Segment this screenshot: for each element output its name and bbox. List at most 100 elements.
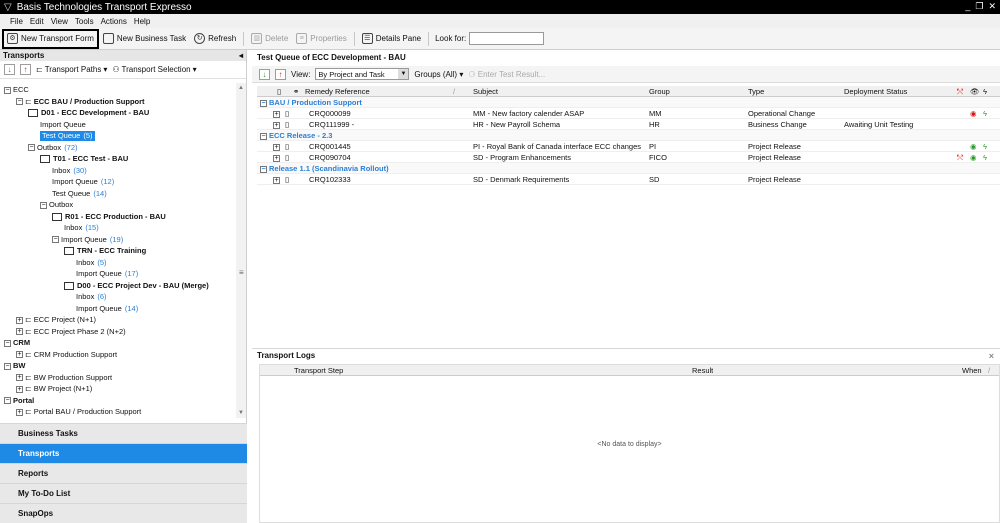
tree-node[interactable]: − Outbox <box>40 200 73 210</box>
collapse-icon[interactable]: − <box>260 166 267 173</box>
transport-selection-dropdown[interactable]: ⚇ Transport Selection ▾ <box>112 65 196 74</box>
menu-tools[interactable]: Tools <box>75 17 94 26</box>
tree-node[interactable]: Import Queue <box>40 120 86 130</box>
group-row[interactable]: − Release 1.1 (Scandinavia Rollout) <box>257 163 1000 174</box>
expand-icon[interactable]: + <box>16 374 23 381</box>
properties-button[interactable]: ≡ Properties <box>292 30 350 48</box>
expand-icon[interactable]: + <box>273 141 280 152</box>
menu-file[interactable]: File <box>10 17 23 26</box>
expand-icon[interactable]: + <box>16 408 23 416</box>
collapse-icon[interactable]: − <box>4 86 11 94</box>
expand-icon[interactable]: + <box>273 108 280 119</box>
details-pane-button[interactable]: ☰ Details Pane <box>358 30 425 48</box>
col-subject[interactable]: Subject <box>473 86 498 97</box>
group-row[interactable]: − BAU / Production Support <box>257 97 1000 108</box>
tree-node[interactable]: Inbox (5) <box>76 258 107 268</box>
tree-scrollbar[interactable]: ▲ ▼ <box>236 83 246 418</box>
splitter-grip-icon[interactable]: ≡ <box>239 268 244 277</box>
tree-node[interactable]: TRN - ECC Training <box>64 246 146 256</box>
tree-node[interactable]: T01 - ECC Test - BAU <box>40 154 128 164</box>
tree-node[interactable]: − ⊏ ECC BAU / Production Support <box>16 97 145 107</box>
move-down-icon[interactable]: ↓ <box>259 68 270 80</box>
expand-icon[interactable]: + <box>16 351 23 358</box>
enter-test-result-button[interactable]: ⚆ Enter Test Result... <box>468 70 545 79</box>
scroll-down-icon[interactable]: ▼ <box>238 410 244 416</box>
close-button[interactable]: ✕ <box>988 1 996 12</box>
tree-node[interactable]: + ⊏ BW Project (N+1) <box>16 384 92 394</box>
menu-help[interactable]: Help <box>134 17 150 26</box>
nav-transports[interactable]: Transports <box>0 443 247 463</box>
collapse-icon[interactable]: − <box>28 144 35 151</box>
table-row[interactable]: + ▯ CRQ001445 PI - Royal Bank of Canada int… <box>257 141 1000 152</box>
expand-icon[interactable]: + <box>273 152 280 163</box>
tree-node[interactable]: Import Queue (17) <box>76 269 138 279</box>
nav-business-tasks[interactable]: Business Tasks <box>0 423 247 443</box>
expand-icon[interactable]: + <box>273 174 280 185</box>
tree-node[interactable]: − Import Queue (19) <box>52 235 123 245</box>
table-row[interactable]: + ▯ CRQ102333 SD - Denmark Requirements SD Pr… <box>257 174 1000 185</box>
view-select[interactable]: By Project and Task ▼ <box>315 68 410 80</box>
tree-node[interactable]: Import Queue (14) <box>76 304 138 314</box>
maximize-button[interactable]: ❐ <box>975 1 983 12</box>
tree-node[interactable]: D00 - ECC Project Dev - BAU (Merge) <box>64 281 209 291</box>
tree-node[interactable]: − Portal <box>4 396 34 406</box>
collapse-icon[interactable]: − <box>40 201 47 209</box>
collapse-icon[interactable]: − <box>4 362 11 370</box>
collapse-icon[interactable]: − <box>4 397 11 404</box>
tree-node[interactable]: + ⊏ ECC Project (N+1) <box>16 315 96 325</box>
tree-node[interactable]: − CRM <box>4 338 30 348</box>
col-result[interactable]: Result <box>692 365 713 376</box>
tree-node[interactable]: Test Queue (14) <box>52 189 107 199</box>
groups-dropdown[interactable]: Groups (All) ▾ <box>414 70 463 79</box>
tree-node[interactable]: + ⊏ CRM Production Support <box>16 350 117 360</box>
close-logs-icon[interactable]: × <box>989 349 994 363</box>
table-row[interactable]: + ▯ CRQ000099 MM - New factory calender ASA… <box>257 108 1000 119</box>
tree-node[interactable]: − Outbox (72) <box>28 143 78 153</box>
new-transport-form-button[interactable]: ⚙ New Transport Form <box>2 28 99 49</box>
tree-node[interactable]: + ⊏ BW Production Support <box>16 373 112 383</box>
tree-node[interactable]: − ECC <box>4 85 29 95</box>
new-business-task-button[interactable]: New Business Task <box>99 30 190 48</box>
scroll-up-icon[interactable]: ▲ <box>238 85 244 91</box>
collapse-icon[interactable]: − <box>260 100 267 107</box>
tree-node[interactable]: Inbox (15) <box>64 223 99 233</box>
move-up-icon[interactable]: ↑ <box>20 64 31 75</box>
nav-my-to-do-list[interactable]: My To-Do List <box>0 483 247 503</box>
delete-button[interactable]: ▥ Delete <box>247 30 292 48</box>
move-up-icon[interactable]: ↑ <box>275 68 286 80</box>
move-down-icon[interactable]: ↓ <box>4 64 15 75</box>
collapse-panel-icon[interactable]: ◂ <box>239 51 243 60</box>
minimize-button[interactable]: _ <box>965 1 970 12</box>
tree-node[interactable]: Inbox (30) <box>52 166 87 176</box>
expand-icon[interactable]: + <box>16 328 23 335</box>
expand-icon[interactable]: + <box>16 316 23 324</box>
refresh-button[interactable]: ↻ Refresh <box>190 30 240 48</box>
tree-node[interactable]: + ⊏ Portal BAU / Production Support <box>16 407 141 417</box>
table-row[interactable]: + ▯ CRQ111999 - HR - New Payroll Schema HR Bu… <box>257 119 1000 130</box>
transport-paths-dropdown[interactable]: ⊏ Transport Paths ▾ <box>36 65 107 74</box>
col-deployment-status[interactable]: Deployment Status <box>844 86 907 97</box>
table-row[interactable]: + ▯ CRQ090704 SD - Program Enhancements FICO… <box>257 152 1000 163</box>
col-remedy-reference[interactable]: Remedy Reference <box>305 86 370 97</box>
expand-icon[interactable]: + <box>16 385 23 393</box>
group-row[interactable]: − ECC Release - 2.3 <box>257 130 1000 141</box>
nav-snapops[interactable]: SnapOps <box>0 503 247 523</box>
tree-node[interactable]: + ⊏ ECC Project Phase 2 (N+2) <box>16 327 126 337</box>
tree-node[interactable]: R01 - ECC Production - BAU <box>52 212 166 222</box>
tree-node[interactable]: Import Queue (12) <box>52 177 114 187</box>
menu-actions[interactable]: Actions <box>101 17 127 26</box>
col-type[interactable]: Type <box>748 86 764 97</box>
tree-node[interactable]: Inbox (6) <box>76 292 107 302</box>
tree-node[interactable]: Test Queue (5) <box>40 131 95 141</box>
collapse-icon[interactable]: − <box>260 133 267 140</box>
menu-view[interactable]: View <box>51 17 68 26</box>
col-when[interactable]: When <box>962 365 982 376</box>
collapse-icon[interactable]: − <box>16 98 23 105</box>
look-for-input[interactable] <box>469 32 545 45</box>
collapse-icon[interactable]: − <box>52 236 59 243</box>
tree-node[interactable]: D01 - ECC Development - BAU <box>28 108 149 118</box>
col-transport-step[interactable]: Transport Step <box>294 365 343 376</box>
menu-edit[interactable]: Edit <box>30 17 44 26</box>
col-group[interactable]: Group <box>649 86 670 97</box>
nav-reports[interactable]: Reports <box>0 463 247 483</box>
